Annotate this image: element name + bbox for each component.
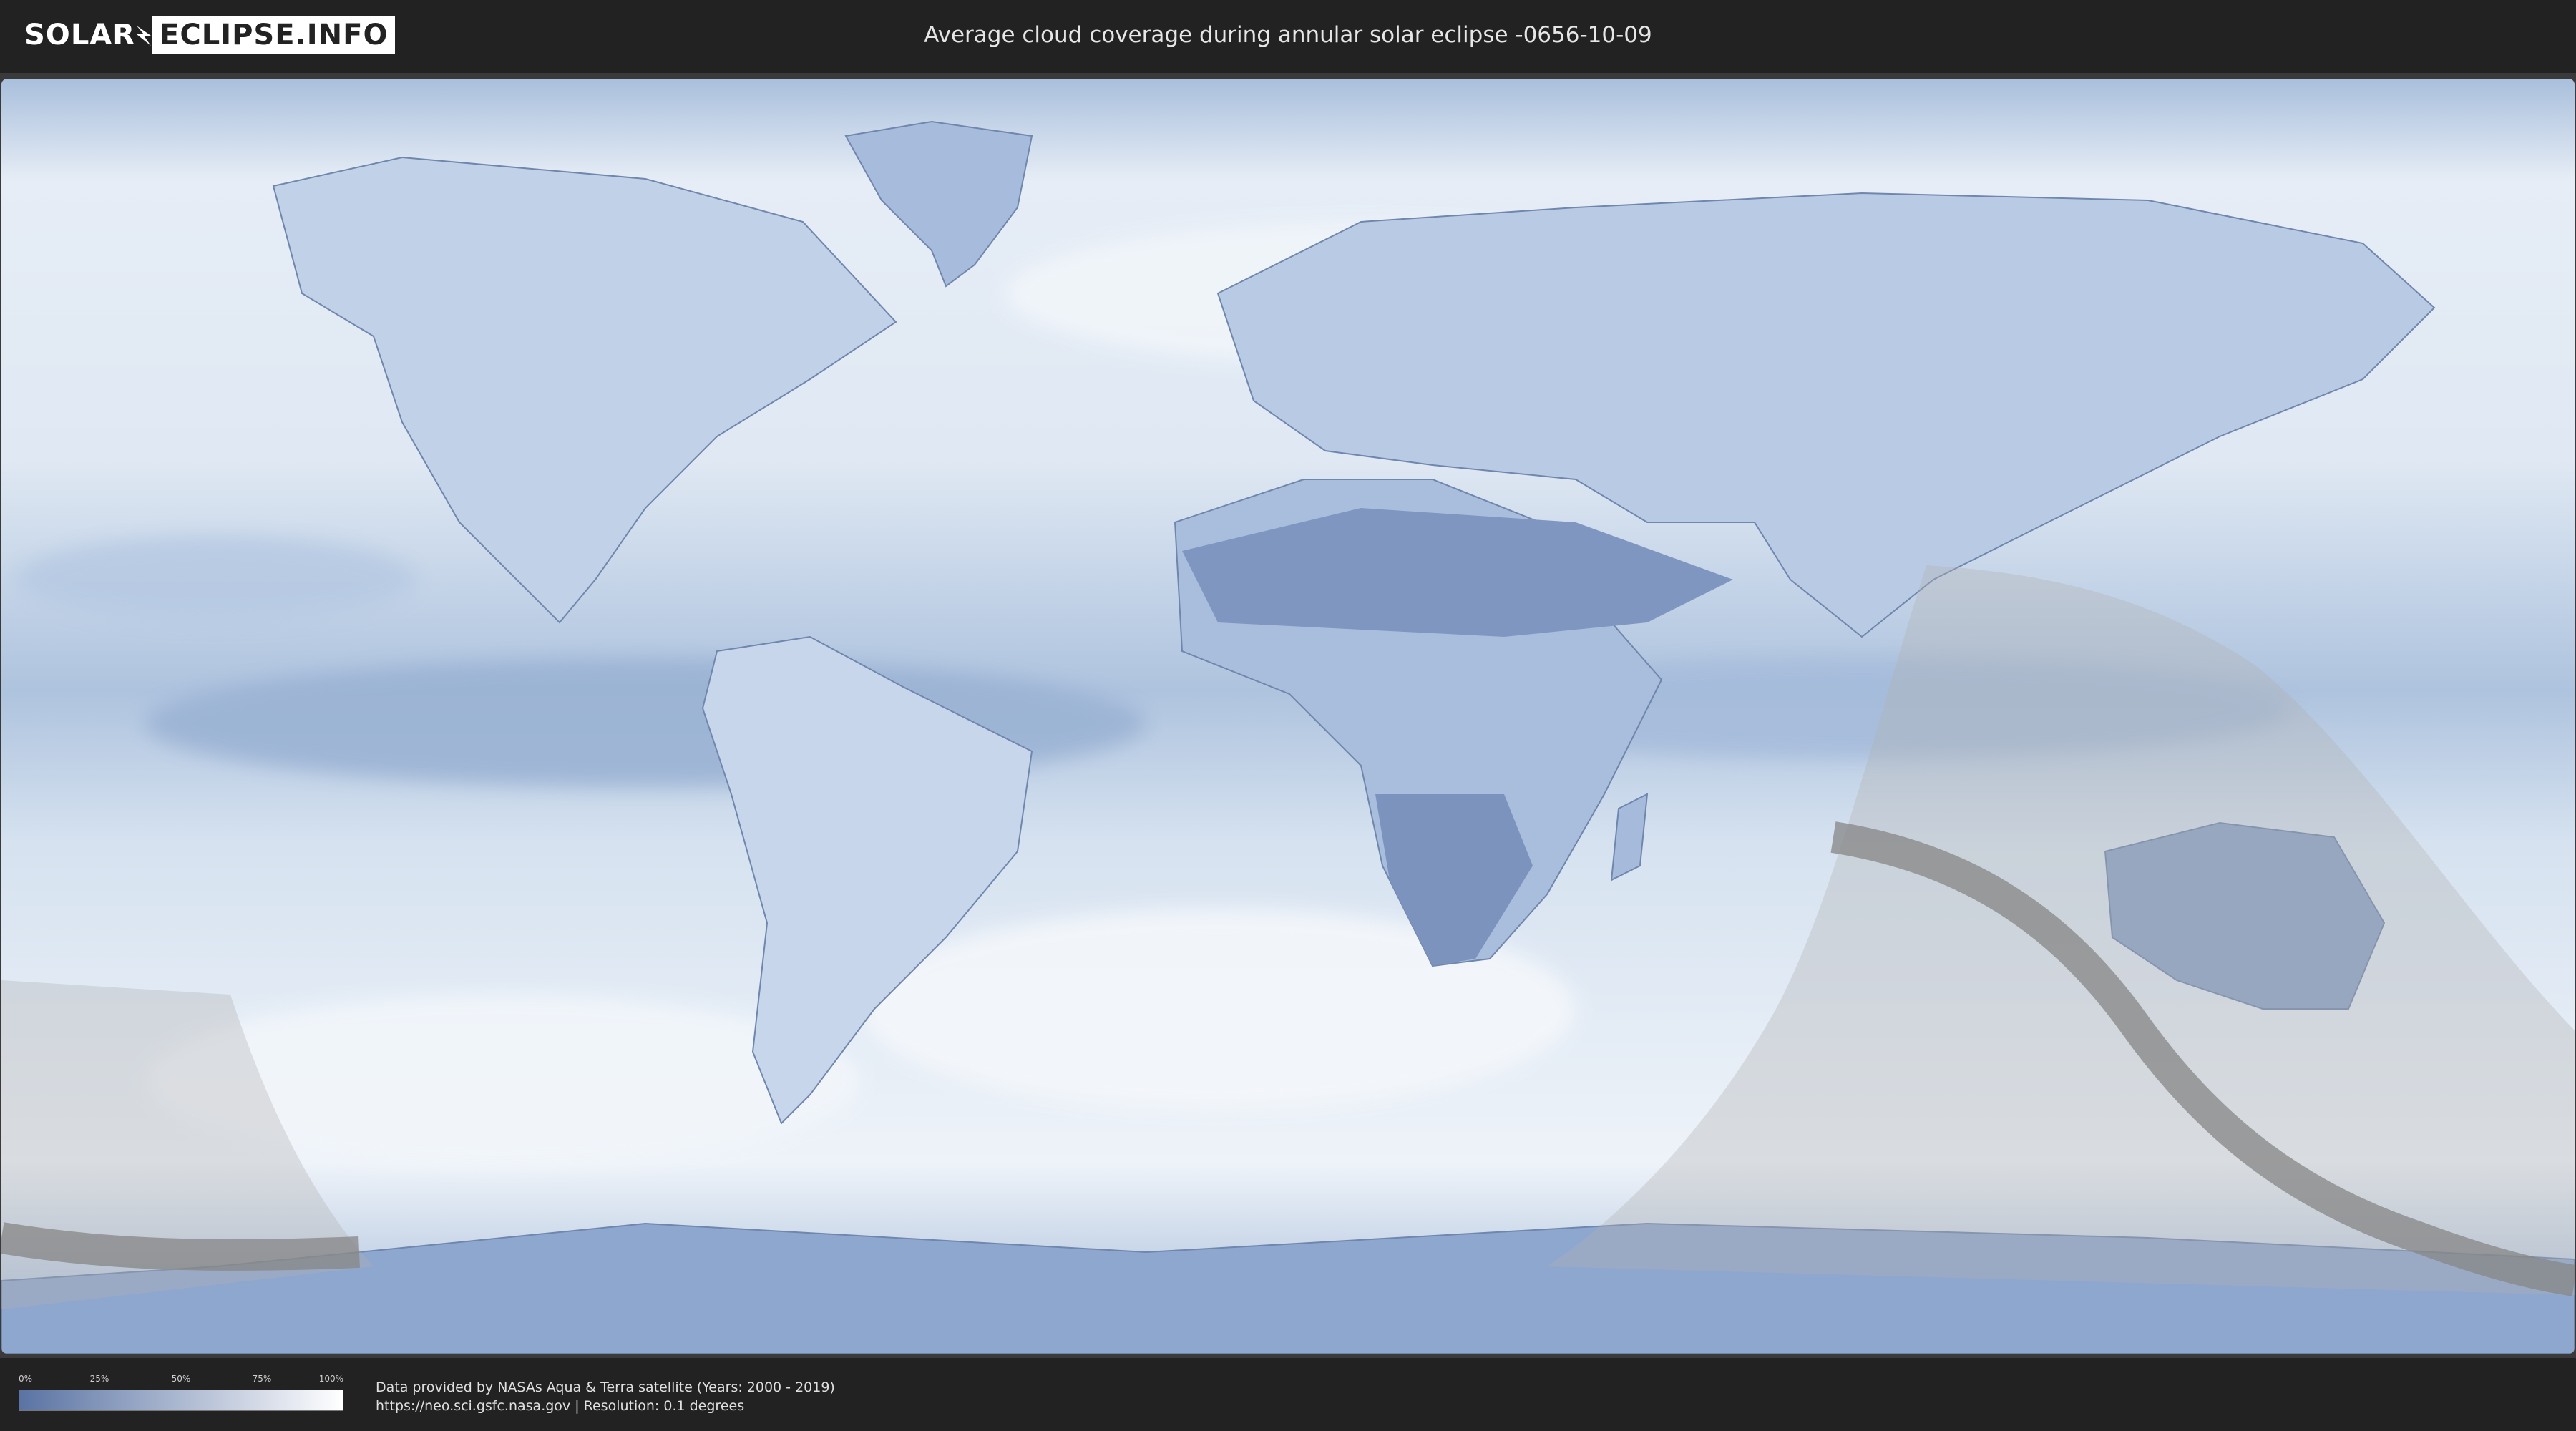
legend-tick: 50% xyxy=(171,1374,191,1384)
cloud-coverage-map[interactable] xyxy=(1,79,2575,1354)
header-bar: SOLAR ECLIPSE.INFO Average cloud coverag… xyxy=(0,0,2576,72)
annular-eclipse-path-west xyxy=(1,1222,360,1271)
legend-tick: 75% xyxy=(252,1374,272,1384)
credit-line-url: https://neo.sci.gsfc.nasa.gov | Resoluti… xyxy=(376,1398,745,1414)
legend-tick: 100% xyxy=(318,1374,343,1384)
legend-tick: 25% xyxy=(89,1374,109,1384)
page-title: Average cloud coverage during annular so… xyxy=(924,22,1652,48)
legend-gradient-bar xyxy=(19,1390,343,1411)
cloud-coverage-legend: 0% 25% 50% 75% 100% xyxy=(19,1374,343,1414)
data-credit: Data provided by NASAs Aqua & Terra sate… xyxy=(376,1378,835,1415)
legend-tick: 0% xyxy=(19,1374,33,1384)
credit-line-source: Data provided by NASAs Aqua & Terra sate… xyxy=(376,1379,835,1395)
world-map-svg xyxy=(1,79,2575,1354)
